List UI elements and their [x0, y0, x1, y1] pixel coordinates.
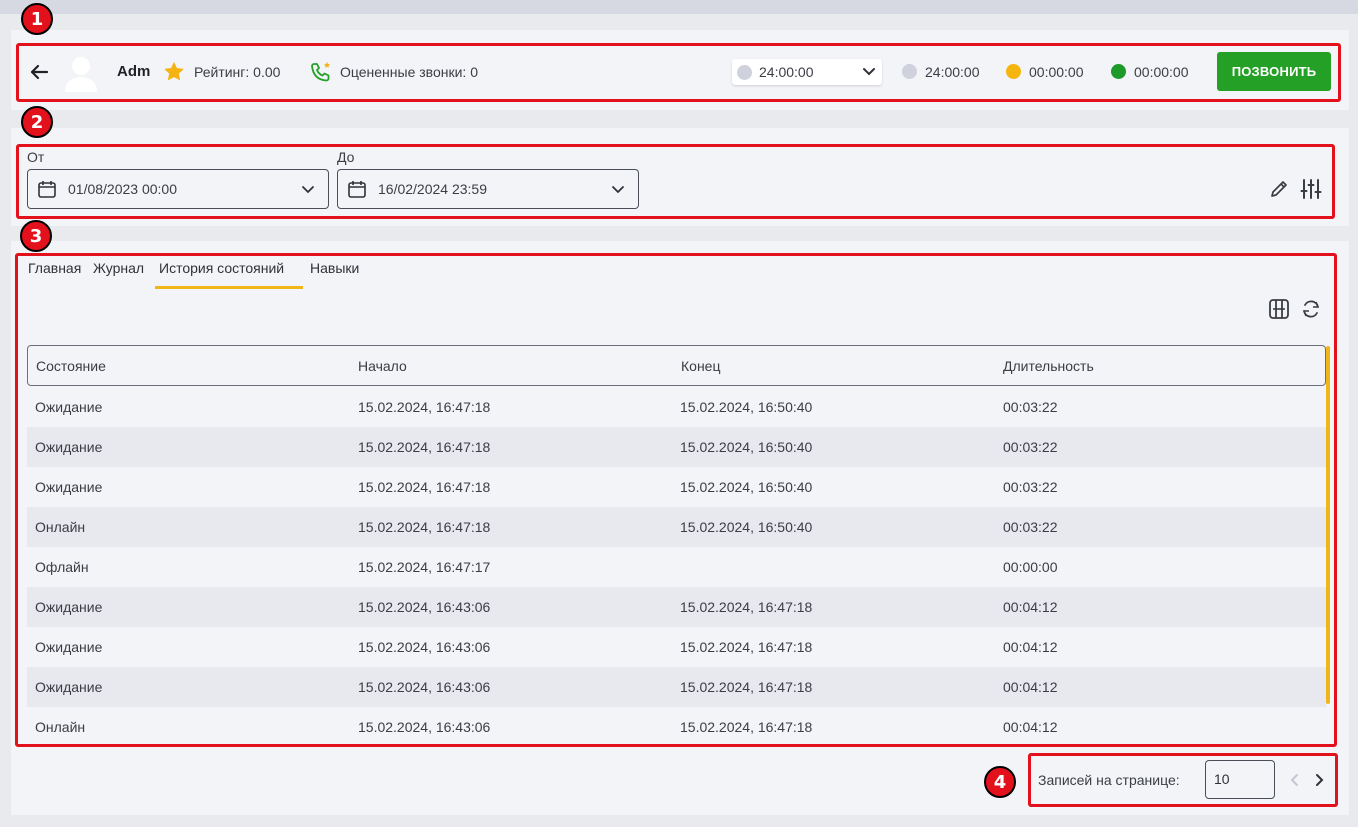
annotation-badge-3: 3 — [20, 220, 52, 252]
annotation-badge-2: 2 — [21, 106, 53, 138]
highlight-box-1 — [16, 43, 1341, 102]
highlight-box-4 — [1028, 753, 1338, 807]
annotation-badge-1: 1 — [21, 3, 53, 35]
highlight-box-3 — [15, 253, 1337, 747]
top-strip — [0, 0, 1358, 14]
annotation-badge-4: 4 — [984, 766, 1016, 798]
highlight-box-2 — [16, 144, 1335, 219]
